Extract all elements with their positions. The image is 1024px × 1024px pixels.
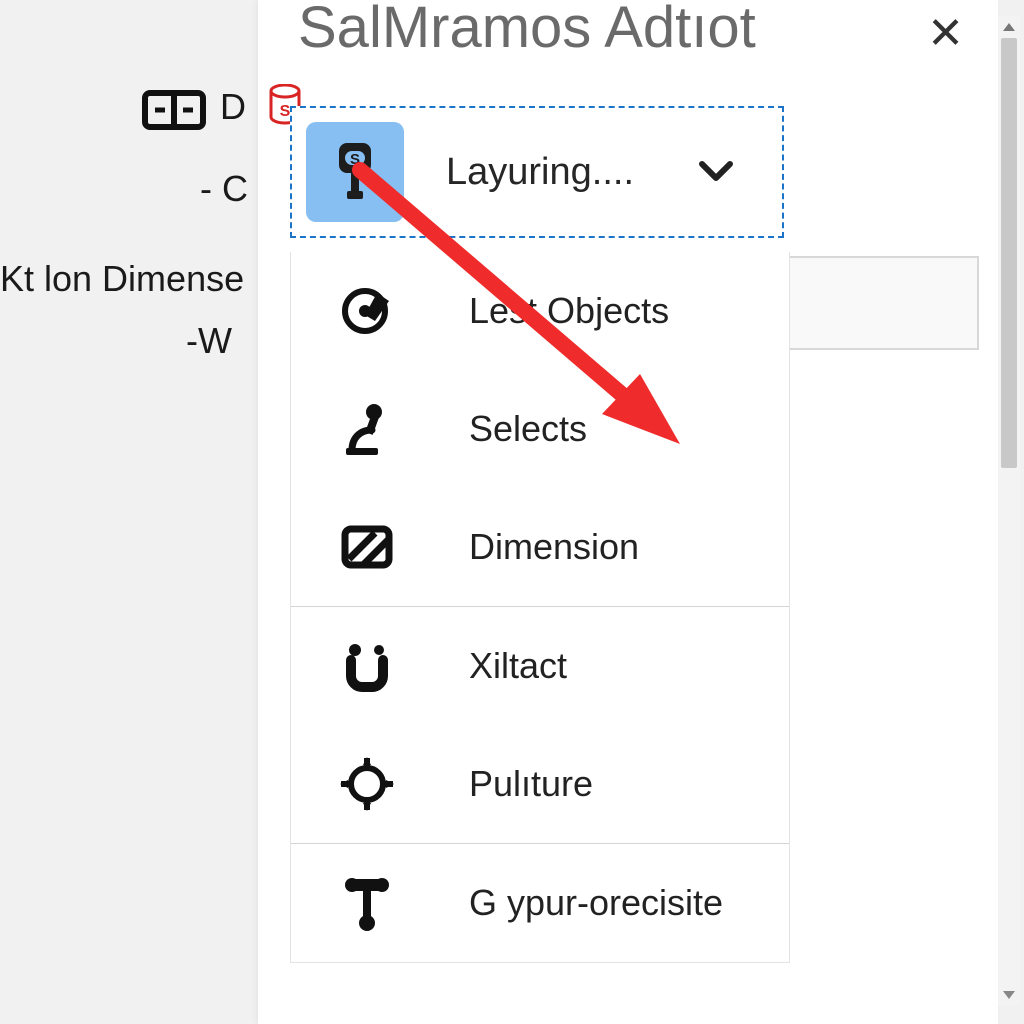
panel-title: SalMramos Adtıot [298, 0, 756, 61]
scroll-up-arrow-icon[interactable] [998, 16, 1020, 38]
menu-item-gypur[interactable]: G ypur-orecisite [291, 844, 789, 962]
scrollbar-thumb[interactable] [1001, 38, 1017, 468]
svg-text:S: S [350, 151, 360, 168]
bg-text-d: D [220, 86, 246, 128]
close-button[interactable]: ✕ [927, 8, 964, 59]
stamp-icon: S [306, 122, 404, 222]
bg-text-w: -W [186, 320, 232, 362]
menu-item-lest-objects[interactable]: Lest Objects [291, 252, 789, 370]
dropdown-menu: Lest Objects Selects Dimens [290, 252, 790, 963]
menu-item-label: Dimension [469, 526, 639, 568]
bg-text-dimense: Kt lon Dimense [0, 258, 244, 300]
menu-item-dimension[interactable]: Dimension [291, 488, 789, 606]
vertical-scrollbar[interactable] [998, 16, 1020, 1006]
menu-item-label: Pulıture [469, 763, 593, 805]
card-icon [142, 86, 206, 134]
scroll-down-arrow-icon[interactable] [998, 984, 1020, 1006]
svg-text:S: S [280, 103, 291, 120]
layering-combobox[interactable]: S Layuring.... [290, 106, 784, 238]
menu-item-label: Xiltact [469, 645, 567, 687]
microscope-icon [337, 399, 397, 459]
menu-item-label: Lest Objects [469, 290, 669, 332]
menu-item-label: G ypur-orecisite [469, 882, 723, 924]
menu-item-label: Selects [469, 408, 587, 450]
menu-item-selects[interactable]: Selects [291, 370, 789, 488]
u-dots-icon [337, 636, 397, 696]
menu-item-xiltact[interactable]: Xiltact [291, 607, 789, 725]
target-edit-icon [337, 281, 397, 341]
hammer-icon [337, 873, 397, 933]
menu-item-puliture[interactable]: Pulıture [291, 725, 789, 843]
hatch-icon [337, 517, 397, 577]
reticle-icon [337, 754, 397, 814]
bg-text-c: - C [200, 168, 248, 210]
chevron-down-icon[interactable] [686, 142, 746, 202]
combobox-label: Layuring.... [446, 151, 686, 194]
